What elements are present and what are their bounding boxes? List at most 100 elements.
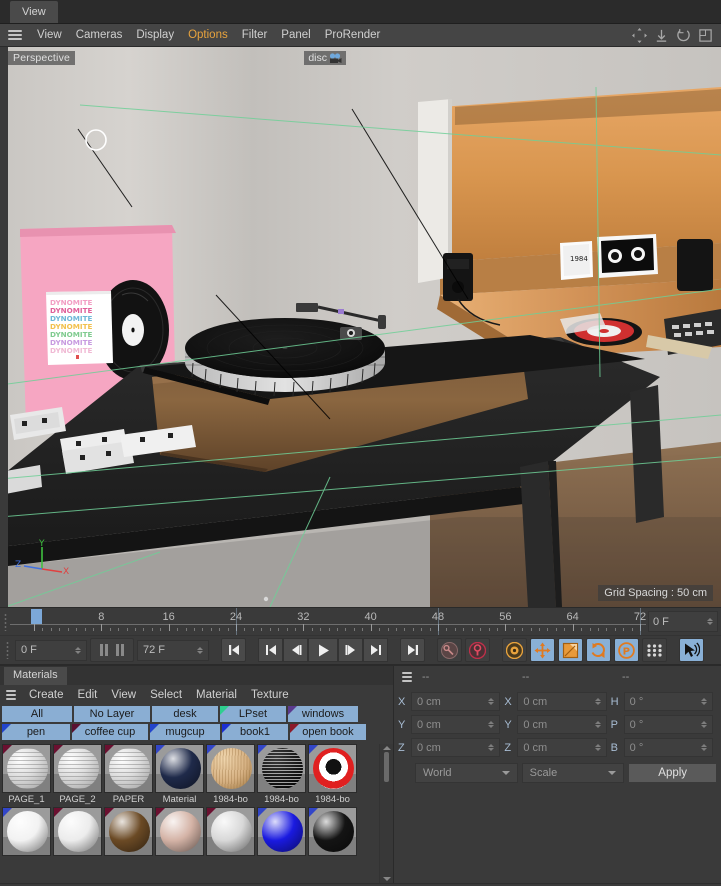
layer-tab-no-layer[interactable]: No Layer — [74, 706, 150, 722]
menu-item-cameras[interactable]: Cameras — [69, 26, 130, 44]
layer-tab-windows[interactable]: windows — [288, 706, 358, 722]
rotation-b-spinner[interactable] — [700, 744, 707, 751]
point-level-animation-button[interactable] — [642, 638, 667, 662]
materials-menu-material[interactable]: Material — [189, 687, 244, 703]
pla-toggle-button[interactable]: P — [614, 638, 639, 662]
viewport-camera-label[interactable]: disc — [304, 51, 346, 65]
transform-mode-dropdown[interactable]: Scale — [521, 763, 625, 783]
menu-item-filter[interactable]: Filter — [235, 26, 275, 44]
next-keyframe-button[interactable] — [363, 638, 388, 662]
material-item[interactable]: PAGE_2 — [53, 744, 102, 805]
material-thumbnail[interactable] — [308, 744, 357, 793]
position-z-spinner[interactable] — [488, 744, 495, 751]
layer-tab-desk[interactable]: desk — [152, 706, 218, 722]
position-y-field[interactable]: 0 cm — [411, 715, 501, 734]
position-y-spinner[interactable] — [488, 721, 495, 728]
move-view-icon[interactable] — [632, 27, 647, 43]
position-toggle-button[interactable] — [530, 638, 555, 662]
layer-tab-open-book[interactable]: open book — [290, 724, 366, 740]
timeline-playhead[interactable] — [31, 609, 42, 624]
materials-grid[interactable]: PAGE_1 PAGE_2 PAPER Material 1984-bo 1984-bo 1… — [2, 744, 379, 883]
step-forward-button[interactable] — [338, 638, 363, 662]
keyframe-settings-button[interactable] — [502, 638, 527, 662]
scrollbar-thumb[interactable] — [384, 752, 389, 782]
layer-tab-lpset[interactable]: LPset — [220, 706, 286, 722]
menu-item-prorender[interactable]: ProRender — [318, 26, 388, 44]
view-tab[interactable]: View — [10, 1, 58, 23]
materials-menu-create[interactable]: Create — [22, 687, 71, 703]
material-thumbnail[interactable] — [206, 807, 255, 856]
3d-viewport[interactable]: DYNOMITE DYNOMITE DYNOMITE DYNOMITE DYNO… — [0, 47, 721, 607]
play-button[interactable] — [308, 638, 338, 662]
menu-item-display[interactable]: Display — [129, 26, 181, 44]
frame-view-icon[interactable] — [698, 28, 713, 43]
material-item[interactable]: Material — [155, 744, 204, 805]
chevron-up-icon[interactable] — [382, 746, 391, 750]
chevron-down-icon[interactable] — [382, 877, 391, 881]
go-to-end-button[interactable] — [400, 638, 425, 662]
material-thumbnail[interactable] — [257, 807, 306, 856]
layer-tab-book1[interactable]: book1 — [222, 724, 288, 740]
record-keyframe-button[interactable] — [437, 638, 462, 662]
materials-scrollbar[interactable] — [379, 744, 393, 883]
rotation-h-spinner[interactable] — [700, 698, 707, 705]
current-frame-field[interactable]: 0 F — [648, 611, 718, 632]
start-frame-field[interactable]: 0 F — [15, 639, 87, 661]
material-thumbnail[interactable] — [104, 744, 153, 793]
material-item[interactable]: PAPER — [104, 744, 153, 805]
material-thumbnail[interactable] — [257, 744, 306, 793]
material-thumbnail[interactable] — [206, 744, 255, 793]
rotation-p-field[interactable]: 0 ° — [623, 715, 713, 734]
materials-menu-select[interactable]: Select — [143, 687, 189, 703]
materials-tab[interactable]: Materials — [4, 667, 67, 685]
material-thumbnail[interactable] — [53, 744, 102, 793]
rotation-p-spinner[interactable] — [700, 721, 707, 728]
material-thumbnail[interactable] — [104, 807, 153, 856]
size-y-field[interactable]: 0 cm — [517, 715, 607, 734]
scale-toggle-button[interactable] — [558, 638, 583, 662]
size-x-field[interactable]: 0 cm — [517, 692, 607, 711]
size-z-spinner[interactable] — [594, 744, 601, 751]
viewport-perspective-label[interactable]: Perspective — [8, 51, 76, 65]
material-item[interactable] — [53, 807, 102, 857]
previous-keyframe-button[interactable] — [258, 638, 283, 662]
rotation-b-field[interactable]: 0 ° — [623, 738, 713, 757]
coordinate-system-dropdown[interactable]: World — [415, 763, 518, 783]
material-item[interactable]: 1984-bo — [308, 744, 357, 805]
position-z-field[interactable]: 0 cm — [411, 738, 501, 757]
material-item[interactable] — [2, 807, 51, 857]
coordinates-hamburger-menu-icon[interactable] — [398, 672, 416, 682]
material-thumbnail[interactable] — [2, 744, 51, 793]
layer-tab-coffee-cup[interactable]: coffee cup — [72, 724, 148, 740]
material-item[interactable] — [155, 807, 204, 857]
step-back-button[interactable] — [283, 638, 308, 662]
frame-range-handle[interactable] — [90, 638, 134, 662]
rotate-view-icon[interactable] — [676, 28, 691, 43]
material-item[interactable]: 1984-bo — [206, 744, 255, 805]
materials-menu-view[interactable]: View — [104, 687, 143, 703]
current-frame-spinner[interactable] — [707, 618, 713, 625]
layer-tab-pen[interactable]: pen — [2, 724, 70, 740]
material-item[interactable] — [308, 807, 357, 857]
materials-menu-edit[interactable]: Edit — [71, 687, 105, 703]
materials-menu-texture[interactable]: Texture — [244, 687, 296, 703]
material-thumbnail[interactable] — [155, 807, 204, 856]
autokey-button[interactable] — [465, 638, 490, 662]
position-x-spinner[interactable] — [488, 698, 495, 705]
apply-button[interactable]: Apply — [628, 763, 718, 783]
rotation-toggle-button[interactable] — [586, 638, 611, 662]
transport-grip[interactable] — [2, 641, 12, 659]
hamburger-menu-icon[interactable] — [4, 30, 26, 40]
position-x-field[interactable]: 0 cm — [411, 692, 501, 711]
size-x-spinner[interactable] — [594, 698, 601, 705]
layer-tab-mugcup[interactable]: mugcup — [150, 724, 220, 740]
timeline-grip[interactable] — [0, 608, 10, 635]
material-thumbnail[interactable] — [155, 744, 204, 793]
material-item[interactable]: PAGE_1 — [2, 744, 51, 805]
rotation-h-field[interactable]: 0 ° — [623, 692, 713, 711]
material-thumbnail[interactable] — [308, 807, 357, 856]
layer-tab-all[interactable]: All — [2, 706, 72, 722]
materials-hamburger-menu-icon[interactable] — [2, 690, 20, 700]
menu-item-options[interactable]: Options — [181, 26, 235, 44]
material-item[interactable] — [206, 807, 255, 857]
